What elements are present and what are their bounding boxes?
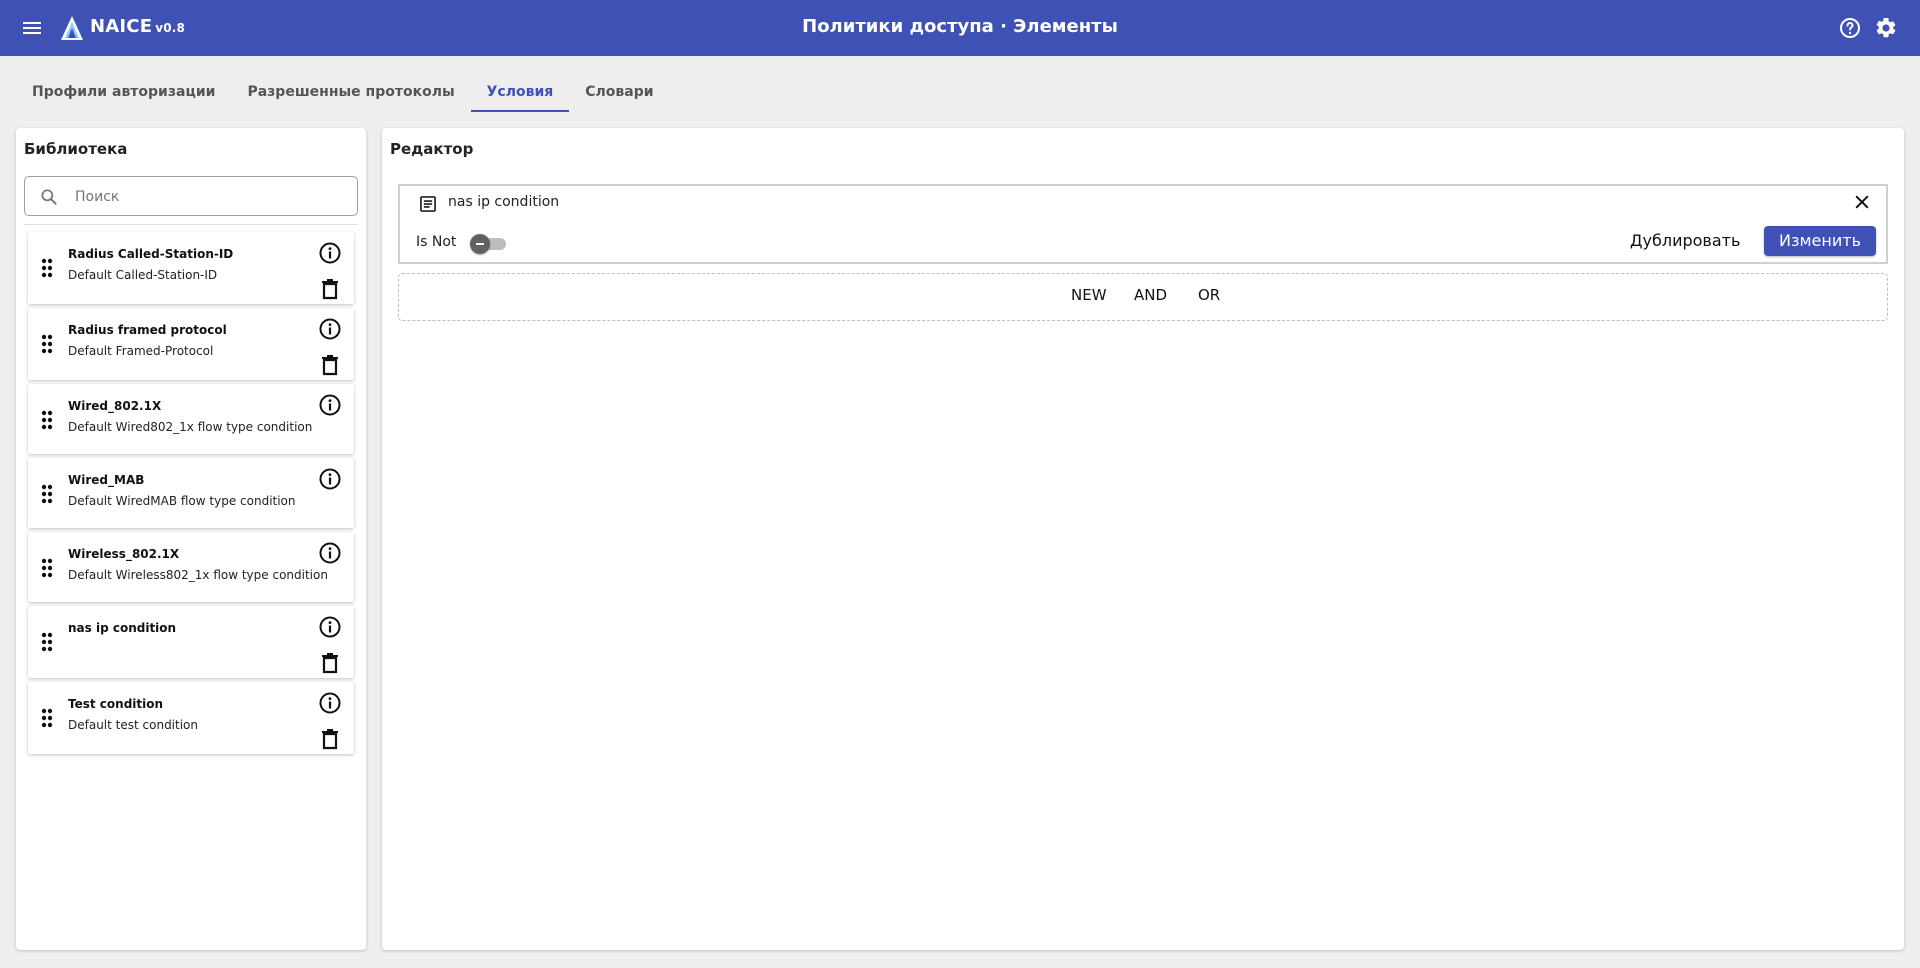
search-icon xyxy=(41,189,57,205)
library-item-description: Default Wireless802_1x flow type conditi… xyxy=(68,568,328,582)
drag-handle-icon[interactable] xyxy=(40,410,54,430)
gear-icon[interactable] xyxy=(1874,16,1898,40)
search-box[interactable] xyxy=(24,176,358,216)
and-operator-button[interactable]: AND xyxy=(1134,286,1167,304)
is-not-toggle[interactable] xyxy=(470,234,506,254)
tab-conditions[interactable]: Условия xyxy=(470,72,570,112)
info-icon[interactable] xyxy=(318,317,342,341)
info-icon[interactable] xyxy=(318,241,342,265)
drag-handle-icon[interactable] xyxy=(40,558,54,578)
library-panel: Библиотека Radius Called-Station-ID Defau… xyxy=(16,128,366,950)
editor-title: Редактор xyxy=(390,140,474,158)
library-divider xyxy=(24,224,358,225)
library-item[interactable]: Radius framed protocol Default Framed-Pro… xyxy=(28,308,354,380)
condition-card: nas ip condition Is Not Дублировать Изме… xyxy=(398,184,1888,264)
library-title: Библиотека xyxy=(24,140,128,158)
library-item-description: Default test condition xyxy=(68,718,199,732)
library-list: Radius Called-Station-ID Default Called-S… xyxy=(28,232,354,758)
trash-icon[interactable] xyxy=(320,728,340,750)
brand[interactable]: NAICE v0.8 xyxy=(90,16,185,37)
library-item-description: Default Called-Station-ID xyxy=(68,268,218,282)
edit-button[interactable]: Изменить xyxy=(1764,226,1876,256)
brand-name: NAICE xyxy=(90,16,153,37)
search-input[interactable] xyxy=(75,185,345,209)
library-item-description: Default WiredMAB flow type condition xyxy=(68,494,296,508)
drag-handle-icon[interactable] xyxy=(40,632,54,652)
duplicate-button[interactable]: Дублировать xyxy=(1630,226,1740,256)
new-operator-button[interactable]: NEW xyxy=(1071,286,1107,304)
tab-allowed-protocols[interactable]: Разрешенные протоколы xyxy=(231,72,470,112)
library-item[interactable]: Radius Called-Station-ID Default Called-S… xyxy=(28,232,354,304)
info-icon[interactable] xyxy=(318,393,342,417)
drag-handle-icon[interactable] xyxy=(40,484,54,504)
library-item-title: Radius Called-Station-ID xyxy=(68,247,234,261)
editor-panel: Редактор nas ip condition Is Not Дублиро… xyxy=(382,128,1904,950)
info-icon[interactable] xyxy=(318,467,342,491)
library-item-title: Test condition xyxy=(68,697,164,711)
library-item-title: Wired_802.1X xyxy=(68,399,162,413)
naice-logo xyxy=(61,16,83,40)
library-item-title: nas ip condition xyxy=(68,621,177,635)
library-item-title: Wired_MAB xyxy=(68,473,145,487)
or-operator-button[interactable]: OR xyxy=(1198,286,1220,304)
close-icon[interactable] xyxy=(1852,192,1872,212)
tab-dictionaries[interactable]: Словари xyxy=(569,72,669,112)
info-icon[interactable] xyxy=(318,615,342,639)
library-item[interactable]: Wireless_802.1X Default Wireless802_1x fl… xyxy=(28,532,354,602)
library-item[interactable]: Test condition Default test condition xyxy=(28,682,354,754)
help-circle-icon[interactable] xyxy=(1838,16,1862,40)
drag-handle-icon[interactable] xyxy=(40,258,54,278)
library-item-description: Default Framed-Protocol xyxy=(68,344,214,358)
trash-icon[interactable] xyxy=(320,652,340,674)
document-icon xyxy=(420,196,436,212)
library-item[interactable]: Wired_MAB Default WiredMAB flow type cond… xyxy=(28,458,354,528)
tab-authorization-profiles[interactable]: Профили авторизации xyxy=(16,72,231,112)
library-item-title: Radius framed protocol xyxy=(68,323,227,337)
trash-icon[interactable] xyxy=(320,278,340,300)
info-icon[interactable] xyxy=(318,541,342,565)
drag-handle-icon[interactable] xyxy=(40,708,54,728)
operators-box: NEW AND OR xyxy=(398,273,1888,321)
drag-handle-icon[interactable] xyxy=(40,334,54,354)
brand-version: v0.8 xyxy=(155,21,186,35)
page-title: Политики доступа · Элементы xyxy=(802,16,1118,37)
info-icon[interactable] xyxy=(318,691,342,715)
top-app-bar: NAICE v0.8 Политики доступа · Элементы xyxy=(0,0,1920,56)
library-item-title: Wireless_802.1X xyxy=(68,547,180,561)
library-item[interactable]: nas ip condition xyxy=(28,606,354,678)
library-item-description: Default Wired802_1x flow type condition xyxy=(68,420,313,434)
condition-name: nas ip condition xyxy=(448,194,560,210)
toggle-thumb xyxy=(470,234,490,254)
is-not-label: Is Not xyxy=(416,234,457,250)
tab-bar: Профили авторизации Разрешенные протокол… xyxy=(16,72,670,112)
library-item[interactable]: Wired_802.1X Default Wired802_1x flow typ… xyxy=(28,384,354,454)
trash-icon[interactable] xyxy=(320,354,340,376)
menu-icon[interactable] xyxy=(20,16,44,40)
